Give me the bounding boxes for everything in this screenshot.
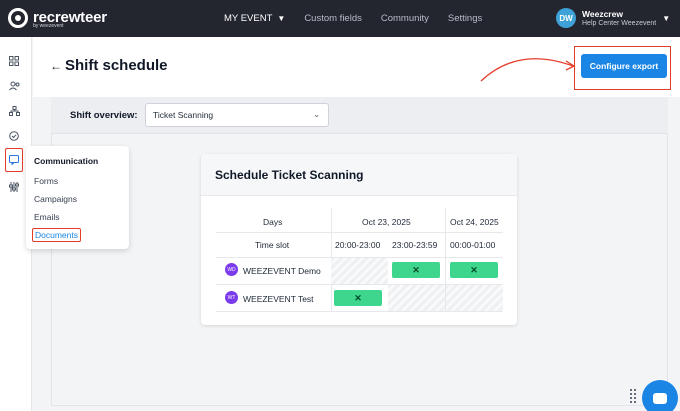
shift-overview-select[interactable]: Ticket Scanning ⌄ xyxy=(145,103,329,127)
shift-overview-value: Ticket Scanning xyxy=(153,110,214,120)
flyout-title: Communication xyxy=(34,156,99,166)
assigned-slot[interactable]: ✕ xyxy=(334,290,382,306)
chat-button[interactable] xyxy=(642,380,678,411)
user-info: Weezcrew Help Center Weezevent xyxy=(582,9,656,27)
day-header: Oct 23, 2025 xyxy=(362,217,411,227)
main-nav: MY EVENT ▼ Custom fields Community Setti… xyxy=(224,0,501,37)
slot-mark: ✕ xyxy=(354,292,362,303)
top-bar: recrewteer by weezevent MY EVENT ▼ Custo… xyxy=(0,0,680,37)
flyout-item-emails[interactable]: Emails xyxy=(34,212,60,222)
chevron-down-icon: ▼ xyxy=(277,14,286,23)
user-subtitle: Help Center Weezevent xyxy=(582,20,657,27)
slot-header: 23:00-23:59 xyxy=(392,240,438,250)
user-menu[interactable]: DW Weezcrew Help Center Weezevent ▼ xyxy=(556,8,670,28)
member-name: WEEZEVENT Demo xyxy=(243,266,321,276)
day-header: Oct 24, 2025 xyxy=(450,217,499,227)
flyout-item-campaigns[interactable]: Campaigns xyxy=(34,194,77,204)
page-title: Shift schedule xyxy=(65,57,168,74)
arrow-left-icon[interactable]: ← xyxy=(50,59,62,73)
user-avatar: DW xyxy=(556,8,576,28)
dashboard-icon[interactable] xyxy=(7,54,21,68)
configure-export-button[interactable]: Configure export xyxy=(581,54,667,78)
empty-slot[interactable] xyxy=(446,285,503,311)
chat-icon xyxy=(653,392,667,404)
empty-slot[interactable] xyxy=(388,285,445,311)
communication-flyout: Communication Forms Campaigns Emails Doc… xyxy=(26,146,129,249)
drag-handle-icon[interactable] xyxy=(630,389,638,407)
member-avatar: WT xyxy=(225,291,238,304)
flyout-item-documents[interactable]: Documents xyxy=(32,228,81,242)
days-header: Days xyxy=(263,217,283,227)
nav-settings[interactable]: Settings xyxy=(448,13,482,24)
user-name: Weezcrew xyxy=(582,9,623,19)
table-divider xyxy=(216,311,503,312)
flyout-item-forms[interactable]: Forms xyxy=(34,176,58,186)
brand-subtitle: by weezevent xyxy=(33,23,64,29)
logo-icon xyxy=(8,8,28,28)
chevron-down-icon: ⌄ xyxy=(313,110,320,119)
annotation-arrow-icon xyxy=(480,58,576,82)
table-divider xyxy=(216,232,503,233)
slot-mark: ✕ xyxy=(412,264,420,275)
assigned-slot[interactable]: ✕ xyxy=(450,262,498,278)
users-icon[interactable] xyxy=(7,79,21,93)
slot-header: 00:00-01:00 xyxy=(450,240,496,250)
slot-mark: ✕ xyxy=(470,264,478,275)
timeslot-header: Time slot xyxy=(255,240,290,250)
filter-bar xyxy=(51,97,668,134)
empty-slot[interactable] xyxy=(331,258,388,284)
slot-header: 20:00-23:00 xyxy=(335,240,381,250)
communication-icon[interactable] xyxy=(5,148,23,172)
shift-overview-label: Shift overview: xyxy=(70,110,138,121)
sliders-icon[interactable] xyxy=(7,180,21,194)
chevron-down-icon: ▼ xyxy=(662,13,671,23)
member-avatar: WD xyxy=(225,263,238,276)
schedule-title: Schedule Ticket Scanning xyxy=(201,154,517,196)
check-circle-icon[interactable] xyxy=(7,129,21,143)
nav-my-event[interactable]: MY EVENT ▼ xyxy=(224,13,285,24)
nav-my-event-label: MY EVENT xyxy=(224,13,273,24)
assigned-slot[interactable]: ✕ xyxy=(392,262,440,278)
nav-community[interactable]: Community xyxy=(381,13,429,24)
org-chart-icon[interactable] xyxy=(7,104,21,118)
nav-custom-fields[interactable]: Custom fields xyxy=(304,13,362,24)
member-name: WEEZEVENT Test xyxy=(243,294,314,304)
brand-logo[interactable]: recrewteer by weezevent xyxy=(8,8,107,29)
